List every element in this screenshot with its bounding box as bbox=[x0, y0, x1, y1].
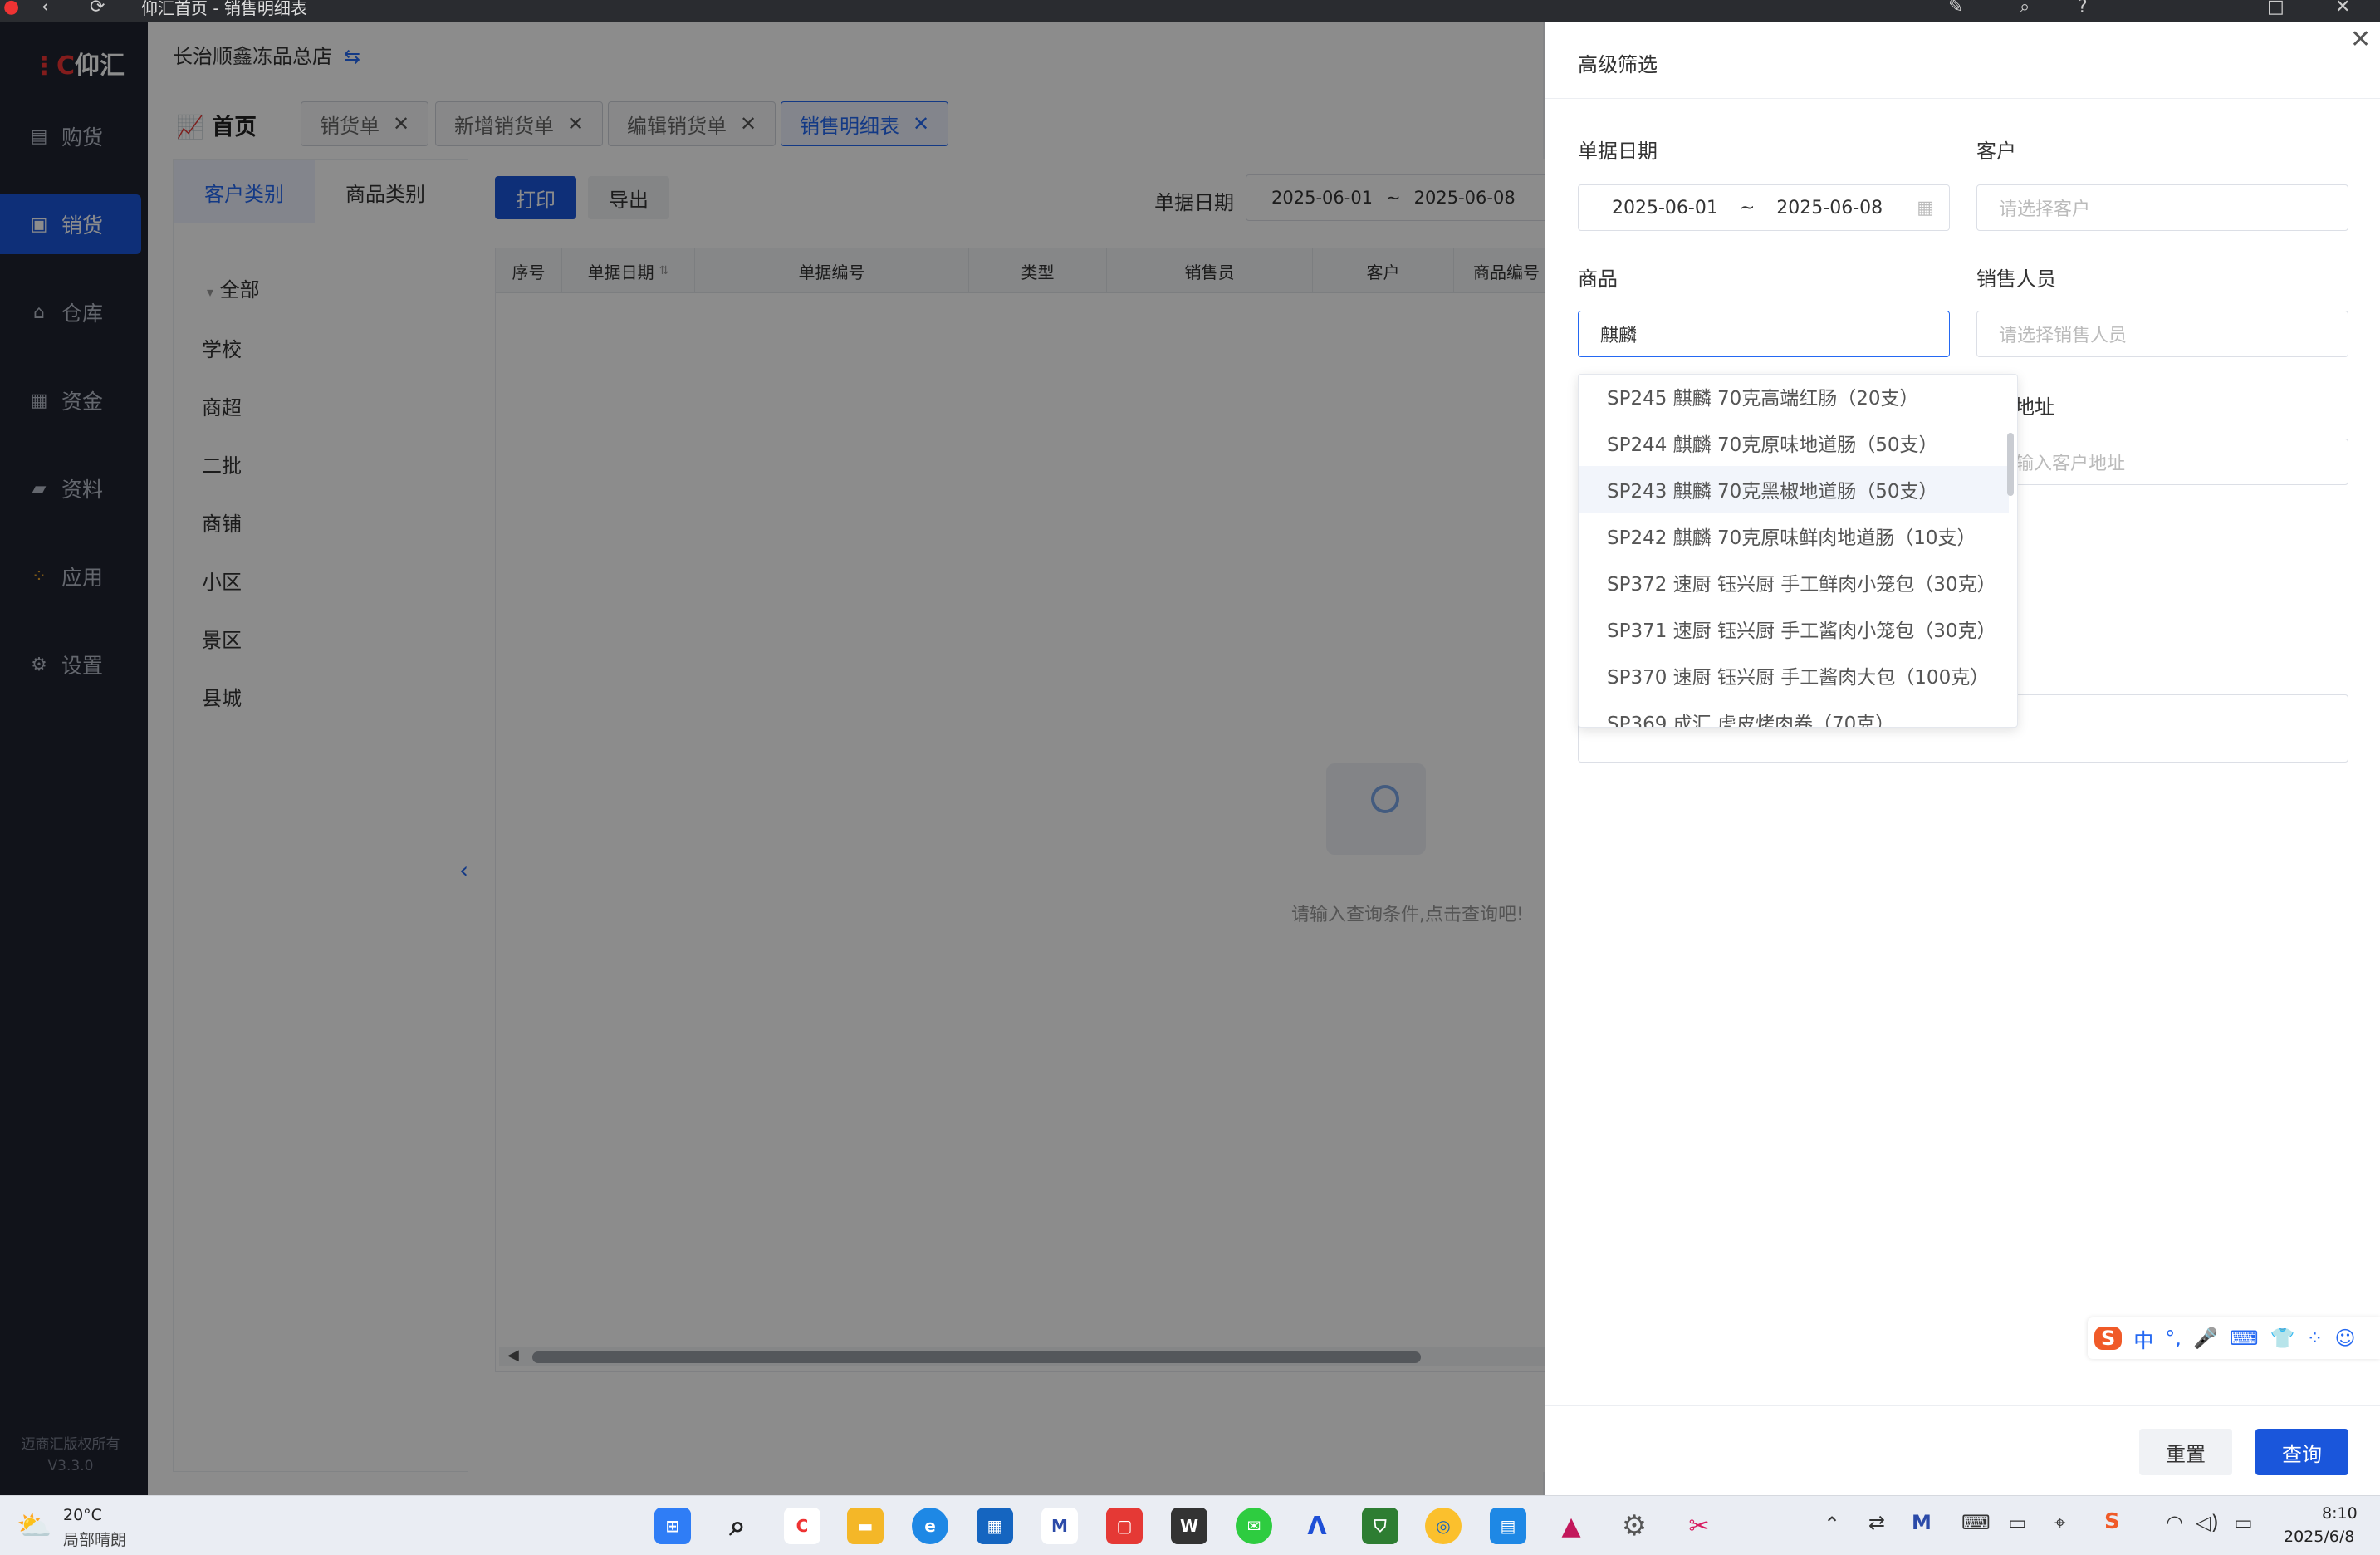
wifi-icon[interactable]: ◠ bbox=[2166, 1511, 2183, 1534]
dropdown-option[interactable]: SP243 麒麟 70克黑椒地道肠（50支） bbox=[1579, 466, 2009, 513]
divider bbox=[1545, 98, 2380, 99]
date-label: 单据日期 bbox=[1578, 140, 1658, 163]
dropdown-option[interactable]: SP372 速厨 钰兴厨 手工鲜肉小笼包（30克） bbox=[1579, 559, 2009, 606]
snipping-tool-icon[interactable]: ✂ bbox=[1681, 1508, 1717, 1544]
file-explorer-icon[interactable]: ▬ bbox=[847, 1508, 884, 1544]
store-icon[interactable]: ▦ bbox=[977, 1508, 1013, 1544]
wechat-icon[interactable]: ✉ bbox=[1236, 1508, 1272, 1544]
mail-app-icon[interactable]: M bbox=[1041, 1508, 1078, 1544]
refresh-icon[interactable]: ⟳ bbox=[90, 0, 105, 17]
tray-sogou-icon[interactable]: S bbox=[2104, 1509, 2120, 1534]
settings-icon[interactable]: ⚙ bbox=[1616, 1508, 1653, 1544]
punctuation-icon[interactable]: °, bbox=[2165, 1327, 2182, 1350]
product-dropdown: SP245 麒麟 70克高端红肠（20支） SP244 麒麟 70克原味地道肠（… bbox=[1578, 374, 2018, 728]
weather-desc: 局部晴朗 bbox=[63, 1531, 127, 1549]
maximize-icon[interactable]: □ bbox=[2267, 0, 2285, 17]
search-icon[interactable]: ⌕ bbox=[2020, 0, 2030, 17]
security-icon[interactable]: ⛉ bbox=[1362, 1508, 1398, 1544]
window-title: 仰汇首页 - 销售明细表 bbox=[141, 0, 307, 18]
wps-icon[interactable]: W bbox=[1171, 1508, 1207, 1544]
yanghui-app-icon[interactable]: C bbox=[784, 1508, 820, 1544]
app-a-icon[interactable]: Λ bbox=[1299, 1508, 1335, 1544]
weather-icon[interactable]: ⛅ bbox=[17, 1509, 51, 1543]
battery-icon[interactable]: ▭ bbox=[2234, 1511, 2253, 1534]
dropdown-option[interactable]: SP370 速厨 钰兴厨 手工酱肉大包（100克） bbox=[1579, 652, 2009, 699]
start-icon[interactable]: ⊞ bbox=[654, 1508, 691, 1544]
close-drawer-icon[interactable]: ✕ bbox=[2350, 25, 2371, 54]
clock-date[interactable]: 2025/6/8 bbox=[2284, 1528, 2354, 1546]
volume-icon[interactable]: ◁) bbox=[2196, 1511, 2219, 1534]
date-range-picker[interactable]: 2025-06-01 ~ 2025-06-08 ▦ bbox=[1578, 184, 1950, 231]
clock-time[interactable]: 8:10 bbox=[2322, 1504, 2358, 1523]
tray-keyboard-icon[interactable]: ⌨ bbox=[1961, 1511, 1991, 1534]
microphone-icon[interactable]: 🎤 bbox=[2193, 1327, 2218, 1350]
dropdown-option[interactable]: SP244 麒麟 70克原味地道肠（50支） bbox=[1579, 419, 2009, 466]
window-titlebar: ● ‹ ⟳ 仰汇首页 - 销售明细表 ✎ ⌕ ? □ ✕ bbox=[0, 0, 2380, 22]
notepad-icon[interactable]: ▤ bbox=[1490, 1508, 1526, 1544]
dropdown-option[interactable]: SP369 成汇 虎皮烤肉卷（70克） bbox=[1579, 699, 2009, 727]
close-window-icon[interactable]: ✕ bbox=[2335, 0, 2350, 17]
back-icon[interactable]: ‹ bbox=[42, 0, 49, 17]
huawei-appgallery-icon[interactable]: ▢ bbox=[1106, 1508, 1143, 1544]
window-close-dot-icon[interactable]: ● bbox=[3, 0, 19, 17]
dropdown-option[interactable]: SP242 麒麟 70克原味鲜肉地道肠（10支） bbox=[1579, 513, 2009, 559]
tray-network-share-icon[interactable]: ⌖ bbox=[2054, 1511, 2066, 1534]
salesperson-select[interactable]: 请选择销售人员 bbox=[1976, 311, 2348, 357]
reset-button[interactable]: 重置 bbox=[2139, 1429, 2232, 1475]
chrome-icon[interactable]: ◎ bbox=[1425, 1508, 1462, 1544]
edit-icon[interactable]: ✎ bbox=[1948, 0, 1963, 17]
divider bbox=[1545, 1405, 2380, 1406]
ime-language[interactable]: 中 bbox=[2133, 1324, 2153, 1353]
advanced-filter-drawer: 高级筛选 ✕ 单据日期 2025-06-01 ~ 2025-06-08 ▦ 客户… bbox=[1545, 22, 2380, 1495]
address-input[interactable]: 输入客户地址 bbox=[1976, 439, 2348, 485]
edge-icon[interactable]: e bbox=[912, 1508, 948, 1544]
skin-icon[interactable]: 👕 bbox=[2270, 1327, 2294, 1350]
emoji-icon[interactable]: ☺ bbox=[2334, 1327, 2355, 1350]
dropdown-scrollbar[interactable] bbox=[2007, 433, 2014, 496]
tray-display-icon[interactable]: ▭ bbox=[2008, 1511, 2027, 1534]
help-icon[interactable]: ? bbox=[2078, 0, 2088, 17]
ime-toolbar: S 中 °, 🎤 ⌨ 👕 ⁘ ☺ bbox=[2088, 1317, 2380, 1359]
toolbox-icon[interactable]: ⁘ bbox=[2306, 1327, 2323, 1350]
query-button[interactable]: 查询 bbox=[2255, 1429, 2348, 1475]
dropdown-option[interactable]: SP245 麒麟 70克高端红肠（20支） bbox=[1579, 375, 2009, 419]
drawer-title: 高级筛选 bbox=[1578, 53, 1658, 76]
weather-temp: 20°C bbox=[63, 1506, 102, 1524]
salesperson-label: 销售人员 bbox=[1976, 267, 2056, 291]
photos-icon[interactable]: ▲ bbox=[1553, 1508, 1589, 1544]
product-label: 商品 bbox=[1578, 267, 1618, 291]
customer-select[interactable]: 请选择客户 bbox=[1976, 184, 2348, 231]
tray-expand-icon[interactable]: ⌃ bbox=[1824, 1513, 1840, 1536]
product-input[interactable]: 麒麟 bbox=[1578, 311, 1950, 357]
taskbar: ⛅ 20°C 局部晴朗 ⊞ ⌕ C ▬ e ▦ M ▢ W ✉ Λ ⛉ ◎ ▤ … bbox=[0, 1495, 2380, 1555]
modal-overlay[interactable] bbox=[0, 22, 1545, 1495]
dropdown-option[interactable]: SP371 速厨 钰兴厨 手工酱肉小笼包（30克） bbox=[1579, 606, 2009, 652]
customer-label: 客户 bbox=[1976, 140, 2016, 163]
search-icon[interactable]: ⌕ bbox=[719, 1508, 756, 1544]
address-label: 地址 bbox=[2015, 395, 2054, 419]
tray-mail-icon[interactable]: M bbox=[1912, 1511, 1932, 1534]
keyboard-icon[interactable]: ⌨ bbox=[2230, 1327, 2259, 1350]
sogou-logo-icon[interactable]: S bbox=[2094, 1327, 2123, 1350]
calendar-icon[interactable]: ▦ bbox=[1917, 198, 1934, 218]
tray-settings-icon[interactable]: ⇄ bbox=[1868, 1511, 1885, 1534]
